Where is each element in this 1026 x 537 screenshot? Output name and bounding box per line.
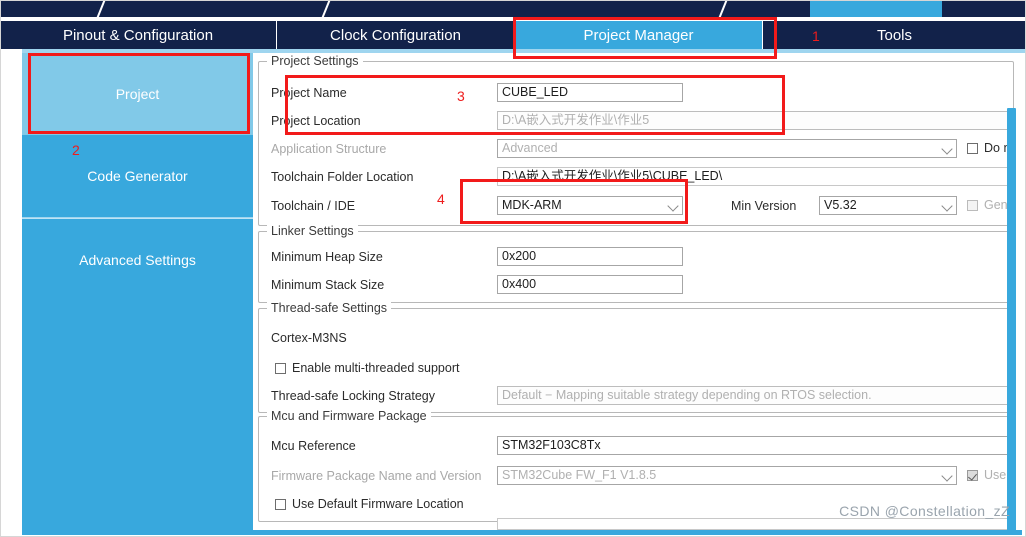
sidebar-item-code-generator-label: Code Generator [87,168,188,184]
main-tab-bar: Pinout & Configuration Clock Configurati… [0,21,1026,49]
sidebar-item-project[interactable]: Project [22,53,253,135]
vertical-scrollbar[interactable] [1007,108,1016,530]
row-toolchain-ide: Toolchain / IDE MDK-ARM Min Version V5.3… [259,195,1013,217]
input-project-name[interactable]: CUBE_LED [497,83,683,102]
strip-slash-3 [717,0,729,17]
group-mcu-and-firmware-package-legend: Mcu and Firmware Package [267,409,431,423]
combo-toolchain-ide-value: MDK-ARM [502,198,562,212]
combo-firmware-package-value: STM32Cube FW_F1 V1.8.5 [502,468,657,482]
input-project-location[interactable]: D:\A嵌入式开发作业\作业5 [497,111,1009,130]
input-toolchain-folder-location: D:\A嵌入式开发作业\作业5\CUBE_LED\ [497,167,1009,186]
checkbox-generate-under-root-box [967,199,978,211]
tab-project-manager-label: Project Manager [583,26,694,44]
tab-clock-configuration[interactable]: Clock Configuration [276,21,514,49]
label-project-location: Project Location [271,114,361,128]
checkbox-use-latest-firmware-label: Use [984,468,1007,482]
combo-toolchain-ide[interactable]: MDK-ARM [497,196,683,215]
bottom-accent-bar-left [22,530,253,535]
combo-min-version[interactable]: V5.32 [819,196,957,215]
group-project-settings-legend: Project Settings [267,54,363,68]
checkbox-enable-multi-threaded-support-label: Enable multi-threaded support [292,361,460,375]
combo-application-structure[interactable]: Advanced [497,139,957,158]
checkbox-generate-under-root[interactable]: Gen [967,198,1008,212]
input-minimum-heap-size[interactable]: 0x200 [497,247,683,266]
checkbox-use-default-firmware-location-label: Use Default Firmware Location [292,497,464,511]
tab-project-manager[interactable]: Project Manager [514,21,762,49]
strip-slash-1 [95,0,107,17]
label-toolchain-ide: Toolchain / IDE [271,199,356,213]
chevron-down-icon [942,201,953,212]
sidebar-item-project-label: Project [115,86,160,102]
row-mcu-reference: Mcu Reference STM32F103C8Tx [259,435,1013,457]
sidebar-item-advanced-settings[interactable]: Advanced Settings [22,218,253,300]
group-project-settings: Project Settings Project Name CUBE_LED P… [258,54,1014,226]
label-minimum-stack-size: Minimum Stack Size [271,278,385,292]
project-settings-panel: Project Settings Project Name CUBE_LED P… [256,53,1018,530]
label-application-structure: Application Structure [271,142,387,156]
row-thread-safe-locking-strategy: Thread-safe Locking Strategy Default − M… [259,385,1013,407]
combo-min-version-value: V5.32 [824,198,857,212]
label-cortex-core: Cortex-M3NS [271,331,347,345]
label-firmware-package: Firmware Package Name and Version [271,469,482,483]
checkbox-do-not-generate[interactable]: Do n [967,141,1010,155]
chevron-down-icon [942,144,953,155]
combo-firmware-package[interactable]: STM32Cube FW_F1 V1.8.5 [497,466,957,485]
row-minimum-stack-size: Minimum Stack Size 0x400 [259,274,1013,296]
checkbox-generate-under-root-label: Gen [984,198,1008,212]
label-minimum-heap-size: Minimum Heap Size [271,250,383,264]
group-thread-safe-settings: Thread-safe Settings Cortex-M3NS Enable … [258,301,1014,413]
tab-pinout-label: Pinout & Configuration [62,26,214,44]
watermark: CSDN @Constellation_zZ [839,503,1010,519]
strip-highlight [810,0,942,17]
tab-pinout-configuration[interactable]: Pinout & Configuration [0,21,276,49]
tab-tools-label: Tools [876,26,913,44]
sidebar-item-code-generator[interactable]: Code Generator [22,135,253,217]
row-application-structure: Application Structure Advanced Do n [259,138,1013,160]
tab-underline-left [0,49,22,53]
label-project-name: Project Name [271,86,347,100]
row-toolchain-folder-location: Toolchain Folder Location D:\A嵌入式开发作业\作业… [259,166,1013,188]
top-partial-toolbar-strip [0,0,1026,17]
sidebar-empty-area [22,300,253,530]
label-mcu-reference: Mcu Reference [271,439,356,453]
label-thread-safe-locking-strategy: Thread-safe Locking Strategy [271,389,435,403]
project-manager-sidebar: Project Code Generator Advanced Settings [22,53,253,530]
label-toolchain-folder-location: Toolchain Folder Location [271,170,414,184]
input-minimum-stack-size[interactable]: 0x400 [497,275,683,294]
tab-tools[interactable]: Tools [762,21,1026,49]
checkbox-use-latest-firmware[interactable]: Use [967,468,1006,482]
row-firmware-package: Firmware Package Name and Version STM32C… [259,465,1013,487]
row-project-name: Project Name CUBE_LED [259,82,1013,104]
checkbox-use-default-firmware-location-box [275,498,286,510]
input-thread-safe-locking-strategy[interactable]: Default − Mapping suitable strategy depe… [497,386,1009,405]
chevron-down-icon [942,471,953,482]
checkbox-enable-multi-threaded-support[interactable]: Enable multi-threaded support [275,361,459,375]
group-thread-safe-settings-legend: Thread-safe Settings [267,301,392,315]
group-linker-settings-legend: Linker Settings [267,224,358,238]
input-mcu-reference: STM32F103C8Tx [497,436,1009,455]
stm32cubemx-window: Pinout & Configuration Clock Configurati… [0,0,1026,537]
checkbox-enable-multi-threaded-support-box [275,362,286,374]
tab-clock-label: Clock Configuration [330,26,461,44]
sidebar-item-advanced-settings-label: Advanced Settings [79,251,196,268]
group-linker-settings: Linker Settings Minimum Heap Size 0x200 … [258,224,1014,303]
row-project-location: Project Location D:\A嵌入式开发作业\作业5 [259,110,1013,132]
input-firmware-relative-path-partial[interactable] [497,518,1009,530]
checkbox-do-not-generate-box [967,142,978,154]
chevron-down-icon [668,201,679,212]
checkbox-use-default-firmware-location[interactable]: Use Default Firmware Location [275,497,464,511]
label-min-version: Min Version [731,199,797,213]
strip-slash-2 [320,0,332,17]
combo-application-structure-value: Advanced [502,141,558,155]
checkbox-use-latest-firmware-box [967,469,978,481]
row-minimum-heap-size: Minimum Heap Size 0x200 [259,246,1013,268]
